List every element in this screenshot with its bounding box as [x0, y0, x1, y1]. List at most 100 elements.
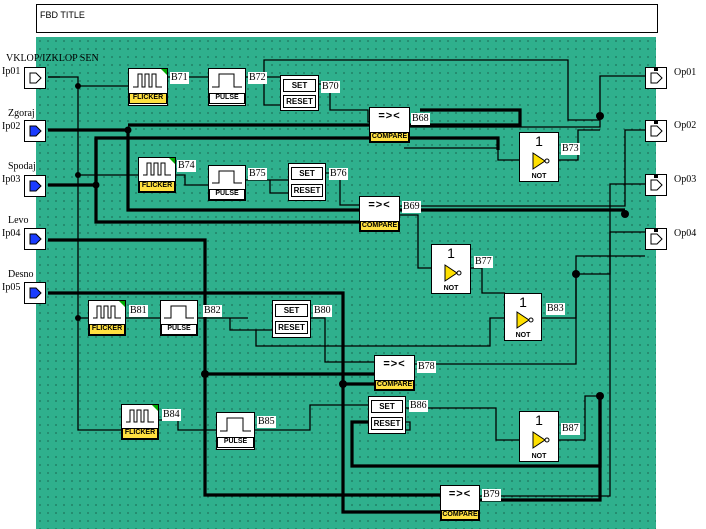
block-id-b74: B74: [177, 160, 196, 172]
flicker-block-b81[interactable]: FLICKER: [88, 300, 126, 336]
input-arrow-icon: [29, 287, 42, 299]
block-id-b86: B86: [409, 400, 428, 412]
output-id-op01: Op01: [674, 67, 697, 78]
output-terminal-op04[interactable]: [645, 228, 667, 250]
block-id-b72: B72: [248, 72, 267, 84]
block-id-b70: B70: [321, 81, 340, 93]
block-id-b81: B81: [129, 305, 148, 317]
input-id-ip02: Ip02: [2, 121, 21, 132]
setreset-block-b80[interactable]: SET RESET: [272, 300, 311, 338]
output-arrow-icon: [650, 175, 663, 191]
pulse-icon: [220, 417, 251, 432]
input-name-ip04: Levo: [8, 215, 29, 226]
output-arrow-icon: [650, 121, 663, 137]
not-block-b87[interactable]: 1 NOT: [519, 411, 559, 462]
compare-block-b79[interactable]: =>< COMPARE: [440, 485, 480, 521]
block-type-label: NOT: [531, 453, 547, 460]
output-arrow-icon: [650, 68, 663, 84]
output-terminal-op03[interactable]: [645, 174, 667, 196]
pulse-block-b82[interactable]: PULSE: [160, 300, 198, 336]
block-id-b76: B76: [329, 168, 348, 180]
block-id-b78: B78: [417, 361, 436, 373]
block-type-label: FLICKER: [89, 324, 125, 335]
block-id-b87: B87: [561, 423, 580, 435]
output-id-op02: Op02: [674, 120, 697, 131]
block-type-label: NOT: [443, 285, 459, 292]
not-block-b73[interactable]: 1 NOT: [519, 132, 559, 182]
pulse-block-b85[interactable]: PULSE: [216, 412, 255, 450]
pulse-block-b75[interactable]: PULSE: [208, 165, 246, 201]
input-terminal-ip01[interactable]: [24, 67, 46, 89]
pulse-icon: [212, 73, 242, 88]
input-name-ip05: Desno: [8, 269, 34, 280]
compare-block-b69[interactable]: =>< COMPARE: [359, 196, 400, 232]
input-id-ip03: Ip03: [2, 174, 21, 185]
block-id-b73: B73: [561, 143, 580, 155]
input-arrow-icon: [29, 180, 42, 192]
compare-symbol: =><: [368, 199, 391, 211]
block-type-label: COMPARE: [360, 221, 399, 231]
setreset-block-b86[interactable]: SET RESET: [368, 396, 406, 434]
block-id-b71: B71: [170, 72, 189, 84]
set-label: SET: [275, 304, 308, 317]
input-arrow-icon: [29, 233, 42, 245]
input-terminal-ip05[interactable]: [24, 282, 46, 304]
output-id-op03: Op03: [674, 174, 697, 185]
block-type-label: FLICKER: [129, 93, 167, 104]
flicker-icon: [133, 69, 167, 88]
flicker-icon: [93, 301, 125, 319]
compare-block-b68[interactable]: =>< COMPARE: [369, 107, 410, 143]
reset-label: RESET: [275, 321, 308, 334]
block-type-label: NOT: [515, 332, 531, 339]
reset-label: RESET: [371, 417, 403, 430]
flicker-icon: [143, 158, 175, 176]
not-block-b77[interactable]: 1 NOT: [431, 244, 471, 294]
input-terminal-ip04[interactable]: [24, 228, 46, 250]
not-block-b83[interactable]: 1 NOT: [504, 293, 542, 341]
reset-label: RESET: [291, 184, 323, 197]
input-arrow-icon: [29, 72, 42, 84]
block-type-label: FLICKER: [122, 428, 158, 439]
block-id-b75: B75: [248, 168, 267, 180]
flicker-block-b71[interactable]: FLICKER: [128, 68, 168, 106]
block-type-label: PULSE: [209, 93, 245, 104]
input-id-ip05: Ip05: [2, 282, 21, 293]
block-id-b80: B80: [313, 305, 332, 317]
set-label: SET: [283, 79, 316, 92]
output-arrow-icon: [650, 229, 663, 245]
block-type-label: COMPARE: [441, 510, 479, 520]
block-type-label: PULSE: [161, 324, 197, 335]
input-terminal-ip02[interactable]: [24, 120, 46, 142]
block-type-label: NOT: [531, 173, 547, 180]
set-label: SET: [291, 167, 323, 180]
input-name-ip02: Zgoraj: [8, 108, 35, 119]
input-terminal-ip03[interactable]: [24, 175, 46, 197]
input-id-ip01: Ip01: [2, 66, 21, 77]
input-name-ip03: Spodaj: [8, 161, 36, 172]
block-id-b69: B69: [402, 201, 421, 213]
block-type-label: COMPARE: [375, 380, 414, 390]
block-id-b77: B77: [474, 256, 493, 268]
block-id-b68: B68: [411, 113, 430, 125]
block-id-b83: B83: [546, 303, 565, 315]
output-terminal-op02[interactable]: [645, 120, 667, 142]
pulse-icon: [212, 170, 242, 184]
setreset-block-b70[interactable]: SET RESET: [280, 75, 319, 111]
setreset-block-b76[interactable]: SET RESET: [288, 163, 326, 201]
pulse-block-b72[interactable]: PULSE: [208, 68, 246, 106]
block-id-b84: B84: [162, 409, 181, 421]
input-id-ip04: Ip04: [2, 228, 21, 239]
reset-label: RESET: [283, 95, 316, 108]
block-id-b85: B85: [257, 416, 276, 428]
compare-block-b78[interactable]: =>< COMPARE: [374, 355, 415, 391]
set-label: SET: [371, 400, 403, 413]
block-type-label: PULSE: [209, 189, 245, 200]
flicker-block-b74[interactable]: FLICKER: [138, 157, 176, 193]
output-terminal-op01[interactable]: [645, 67, 667, 89]
pulse-icon: [164, 305, 194, 319]
flicker-block-b84[interactable]: FLICKER: [121, 404, 159, 440]
compare-symbol: =><: [448, 488, 472, 500]
compare-symbol: =><: [378, 110, 401, 122]
block-type-label: FLICKER: [139, 181, 175, 192]
wiring-layer: [48, 59, 645, 514]
